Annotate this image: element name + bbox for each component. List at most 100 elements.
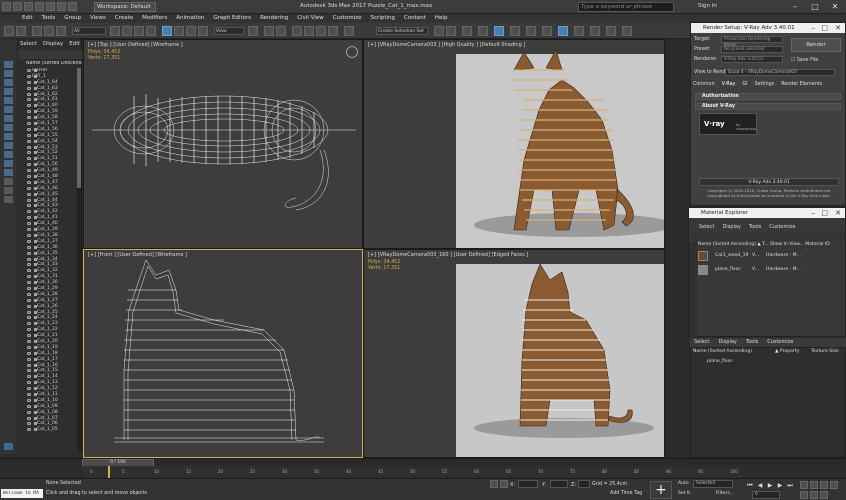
edit-named-selection-icon[interactable] [344,26,354,36]
material-explorer-title-bar[interactable]: Material Explorer – □ ✕ [689,208,845,218]
visibility-eye-icon[interactable] [27,157,31,161]
select-and-rotate-icon[interactable] [174,26,184,36]
select-by-name-icon[interactable] [122,26,132,36]
maximize-viewport-icon[interactable] [820,491,828,499]
mat-menu-tools[interactable]: Tools [749,224,761,230]
viewport-camera[interactable]: [+] [VRayDomeCamera003 ] [High Quality ]… [363,39,665,249]
menu-modifiers[interactable]: Modifiers [142,14,167,23]
maxscript-listener[interactable]: Welcome to MA [1,489,43,498]
visibility-eye-icon[interactable] [27,357,31,361]
material-show-in-viewport[interactable]: Hardware : M... [766,267,801,272]
previous-frame-icon[interactable]: ◀ [756,482,764,489]
visibility-eye-icon[interactable] [27,127,31,131]
visibility-eye-icon[interactable] [27,263,31,267]
viewport-camera-label[interactable]: [+] [VRayDomeCamera003 ] [High Quality ]… [368,42,525,48]
new-file-icon[interactable] [13,2,22,11]
rendered-frame-window-icon[interactable] [574,26,584,36]
visibility-eye-icon[interactable] [27,145,31,149]
field-of-view-icon[interactable] [830,481,838,489]
scene-explorer-filter-bar[interactable] [18,50,82,59]
visibility-eye-icon[interactable] [27,192,31,196]
close-button[interactable]: ✕ [828,2,842,12]
menu-tools[interactable]: Tools [42,14,56,23]
visibility-eye-icon[interactable] [27,345,31,349]
detail-header-texture[interactable]: Texture Size [811,349,839,354]
material-row[interactable]: Cat1_wood_19 V... Hardware : M... [698,250,838,262]
material-show-in-viewport[interactable]: Hardware : M... [766,253,801,258]
project-folder-icon[interactable] [68,2,77,11]
schematic-view-icon[interactable] [526,26,536,36]
viewport-camera-160[interactable]: [+] [VRayDomeCamera003_160 ] [User Defin… [363,249,665,458]
material-row[interactable]: plane_floor V... Hardware : M... [698,264,838,276]
display-containers-icon[interactable] [4,151,13,158]
visibility-eye-icon[interactable] [27,298,31,302]
display-all-icon[interactable] [4,61,13,68]
scene-menu-display[interactable]: Display [43,41,63,47]
visibility-eye-icon[interactable] [27,334,31,338]
key-filters-button[interactable]: Filters... [716,491,734,496]
open-file-icon[interactable] [24,2,33,11]
scene-menu-select[interactable]: Select [20,41,37,47]
mat-menu-customize[interactable]: Customize [769,224,795,230]
visibility-eye-icon[interactable] [27,86,31,90]
spinner-snap-icon[interactable] [328,26,338,36]
z-coord-field[interactable] [578,480,590,488]
display-groups-icon[interactable] [4,124,13,131]
visibility-eye-icon[interactable] [27,151,31,155]
render-setup-title-bar[interactable]: Render Setup: V-Ray Adv 3.40.01 – □ ✕ [691,23,845,33]
selection-filter-dropdown[interactable]: All [72,27,106,35]
visibility-eye-icon[interactable] [27,257,31,261]
keyboard-shortcut-icon[interactable] [276,26,286,36]
redo-icon[interactable] [57,2,66,11]
visibility-eye-icon[interactable] [27,339,31,343]
viewport-layout-icon[interactable] [4,443,13,450]
mat-menu-select[interactable]: Select [699,224,714,230]
visibility-eye-icon[interactable] [27,198,31,202]
viewport-front-label[interactable]: [+] [Front ] [User Defined] [Wireframe ] [88,252,187,258]
set-key-button[interactable]: Set K. [678,491,691,496]
visibility-eye-icon[interactable] [27,139,31,143]
visibility-eye-icon[interactable] [27,216,31,220]
select-manipulate-icon[interactable] [264,26,274,36]
tab-render-elements[interactable]: Render Elements [781,82,822,87]
display-xrefs-icon[interactable] [4,133,13,140]
search-input[interactable]: Type a keyword or phrase [578,2,674,12]
visibility-eye-icon[interactable] [27,375,31,379]
render-minimize-button[interactable]: – [812,23,816,33]
rollout-about-vray[interactable]: About V-Ray [695,103,841,110]
orbit-icon[interactable] [810,491,818,499]
zoom-all-icon[interactable] [810,481,818,489]
app-menu-icon[interactable] [2,2,11,11]
undo-icon[interactable] [4,26,14,36]
material-explorer-toolbar[interactable] [691,233,845,241]
scene-menu-edit[interactable]: Edit [69,41,80,47]
render-maximize-button[interactable]: □ [821,23,828,33]
play-icon[interactable]: ▶ [766,482,774,489]
workspace-dropdown[interactable]: Workspace: Default [94,2,156,12]
link-icon[interactable] [32,26,42,36]
tab-vray[interactable]: V-Ray [722,82,736,87]
menu-help[interactable]: Help [435,14,448,23]
tab-gi[interactable]: GI [742,82,747,87]
redo-icon[interactable] [16,26,26,36]
menu-content[interactable]: Content [404,14,426,23]
visibility-eye-icon[interactable] [27,328,31,332]
curve-editor-icon[interactable] [510,26,520,36]
selection-lock-icon[interactable] [500,480,508,488]
save-file-checkbox[interactable]: ☐ Save File [791,58,818,63]
preset-dropdown[interactable]: No preset selected [721,46,783,53]
visibility-eye-icon[interactable] [27,286,31,290]
detail-header-property[interactable]: ▲ Property [775,349,799,354]
visibility-eye-icon[interactable] [27,180,31,184]
add-icon[interactable]: + [650,481,672,499]
display-influences-icon[interactable] [4,187,13,194]
visibility-eye-icon[interactable] [27,381,31,385]
visibility-eye-icon[interactable] [27,387,31,391]
visibility-eye-icon[interactable] [27,116,31,120]
display-geometry-icon[interactable] [4,70,13,77]
detail-menu-display[interactable]: Display [718,338,736,347]
display-hidden-icon[interactable] [4,169,13,176]
named-selection-dropdown[interactable]: Create Selection Set [376,27,428,35]
render-iterative-icon[interactable] [606,26,616,36]
display-shapes-icon[interactable] [4,79,13,86]
